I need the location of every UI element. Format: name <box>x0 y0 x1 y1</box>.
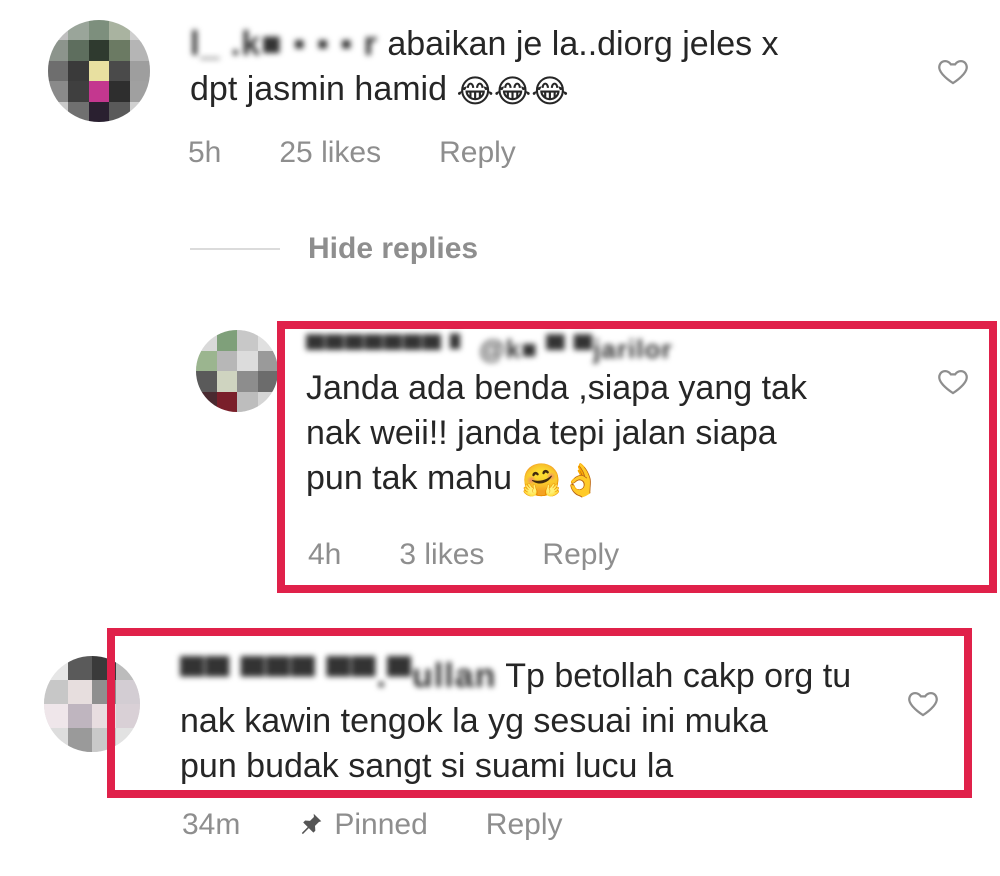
comment-3-text-line1: Tp betollah cakp org tu <box>505 657 852 695</box>
comment-2-body: ▀▀▀▀▀▀▀ ▘ @k■ ▀ ▀jarilor Janda ada benda… <box>306 332 946 501</box>
comment-1-likes[interactable]: 25 likes <box>279 136 381 170</box>
comment-2-time: 4h <box>308 538 342 571</box>
comment-2-username[interactable]: ▀▀▀▀▀▀▀ ▘ @k■ ▀ ▀jarilor <box>306 334 672 364</box>
comment-1-text-line1: abaikan je la..diorg jeles x <box>387 25 779 63</box>
comment-3-text-line2: nak kawin tengok la yg sesuai ini muka <box>180 702 768 740</box>
comment-2-reply-button[interactable]: Reply <box>542 538 619 572</box>
comment-3-meta: 34m Pinned Reply <box>182 808 620 842</box>
hide-replies-button[interactable]: Hide replies <box>308 232 478 266</box>
comment-1-body: l_ .k■ ▪ ▪ ▪ r abaikan je la..diorg jele… <box>190 22 910 112</box>
comment-2-meta: 4h 3 likes Reply <box>308 538 677 572</box>
comment-1-text-line2: dpt jasmin hamid <box>190 70 448 108</box>
comment-3-pinned: Pinned <box>298 808 428 842</box>
avatar-comment-2[interactable] <box>196 330 278 412</box>
comment-1-reply-button[interactable]: Reply <box>439 136 516 170</box>
comment-2-text-line1: Janda ada benda ,siapa yang tak <box>306 369 807 407</box>
comment-3-reply-button[interactable]: Reply <box>486 808 563 842</box>
heart-outline-icon[interactable] <box>936 364 970 398</box>
comment-3-pinned-label: Pinned <box>334 808 428 841</box>
heart-outline-icon[interactable] <box>906 686 940 720</box>
comment-1-time: 5h <box>188 136 222 169</box>
comment-3-body: ▀▀ ▀▀▀ ▀▀.▀ullan Tp betollah cakp org tu… <box>180 654 920 789</box>
comment-2-text-line3: pun tak mahu <box>306 459 513 497</box>
hugging-ok-emoji: 🤗👌 <box>521 462 602 498</box>
comment-2-likes[interactable]: 3 likes <box>399 538 484 572</box>
comment-3-time: 34m <box>182 808 241 841</box>
comment-2-text-line2: nak weii!! janda tepi jalan siapa <box>306 414 777 452</box>
tears-of-joy-emoji: 😂😂😂 <box>456 73 569 109</box>
comment-1-username[interactable]: l_ .k■ ▪ ▪ ▪ r <box>190 25 378 63</box>
hide-replies-divider <box>190 248 280 250</box>
comment-3-username[interactable]: ▀▀ ▀▀▀ ▀▀.▀ullan <box>180 657 496 695</box>
heart-outline-icon[interactable] <box>936 54 970 88</box>
comment-1-meta: 5h 25 likes Reply <box>188 136 574 170</box>
comment-3-text-line3: pun budak sangt si suami lucu la <box>180 747 674 785</box>
pin-icon <box>302 813 322 835</box>
avatar-comment-1[interactable] <box>48 20 150 122</box>
